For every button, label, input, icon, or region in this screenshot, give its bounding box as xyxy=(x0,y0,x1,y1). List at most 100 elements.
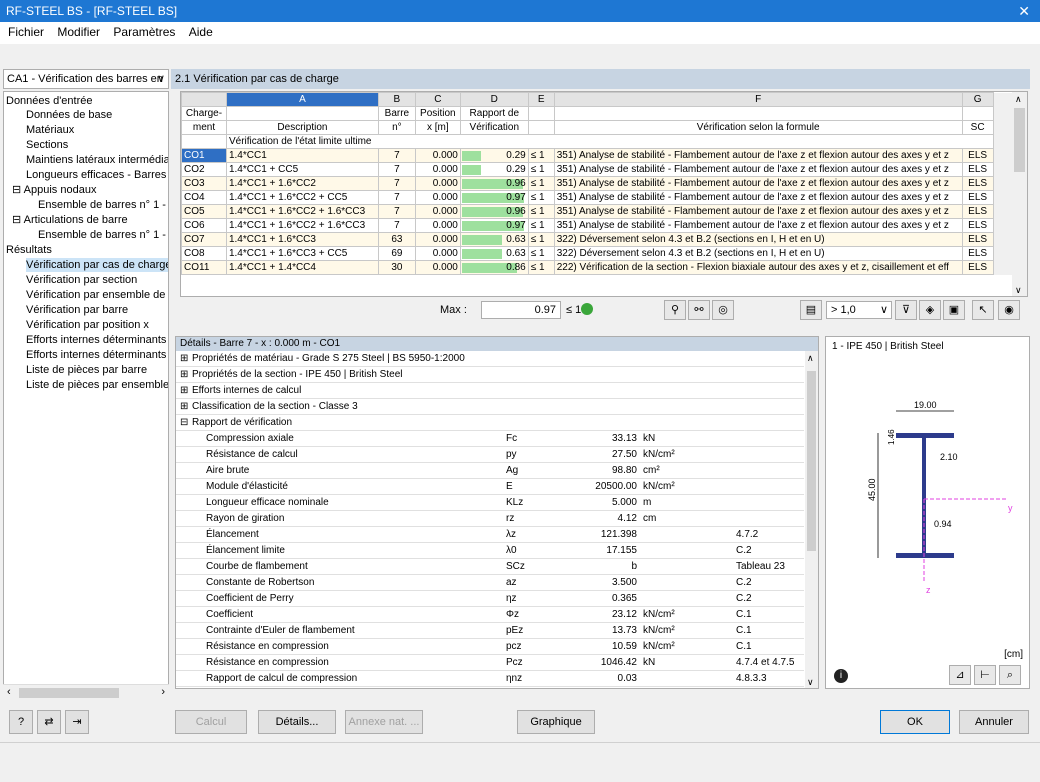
col-c-header[interactable]: C xyxy=(414,92,461,107)
scroll-left-icon[interactable]: ‹ xyxy=(7,686,11,698)
cell-sc[interactable]: ELS xyxy=(961,218,994,233)
table-vertical-scrollbar[interactable]: ∧ ∨ xyxy=(1012,92,1027,296)
details-row[interactable]: Aire brute Ag 98.80 cm² xyxy=(176,463,804,479)
member-icon[interactable]: ⚯ xyxy=(688,300,710,320)
table-row[interactable]: CO8 1.4*CC1 + 1.6*CC3 + CC5 69 0.000 0.63 ≤ 1… xyxy=(181,246,1027,261)
cell-loading[interactable]: CO7 xyxy=(181,232,227,247)
tree-item-lateral-restraints[interactable]: Maintiens latéraux intermédiaire xyxy=(26,153,168,167)
dimensions-icon[interactable]: ⊿ xyxy=(949,665,971,685)
tree-item-materials[interactable]: Matériaux xyxy=(26,123,74,137)
cell-description[interactable]: 1.4*CC1 + 1.6*CC2 xyxy=(225,176,379,191)
cell-ratio[interactable]: 0.29 xyxy=(459,162,529,177)
cell-sc[interactable]: ELS xyxy=(961,260,994,275)
table-row[interactable]: CO3 1.4*CC1 + 1.6*CC2 7 0.000 0.96 ≤ 1 351) An… xyxy=(181,176,1027,191)
cell-bar[interactable]: 7 xyxy=(377,218,416,233)
cell-sc[interactable]: ELS xyxy=(961,162,994,177)
cell-position[interactable]: 0.000 xyxy=(414,218,461,233)
details-row[interactable]: Longueur efficace nominale KLz 5.000 m xyxy=(176,495,804,511)
expand-icon[interactable]: ⊞ xyxy=(180,383,188,398)
menu-edit[interactable]: Modifier xyxy=(57,25,100,39)
table-row[interactable]: CO1 1.4*CC1 7 0.000 0.29 ≤ 1 351) Analyse de s… xyxy=(181,148,1027,163)
calc-button[interactable]: Calcul xyxy=(175,710,247,734)
cell-bar[interactable]: 69 xyxy=(377,246,416,261)
cell-ratio[interactable]: 0.29 xyxy=(459,148,529,163)
cell-position[interactable]: 0.000 xyxy=(414,232,461,247)
eye-icon[interactable]: ◉ xyxy=(998,300,1020,320)
collapse-icon[interactable]: ⊟ xyxy=(12,184,24,196)
chevron-down-icon[interactable]: ∨ xyxy=(880,303,888,316)
col-g-header[interactable]: G xyxy=(961,92,994,107)
tree-item-design-by-load-case[interactable]: Vérification par cas de charge xyxy=(26,258,168,272)
axes-icon[interactable]: ⊢ xyxy=(974,665,996,685)
table-row[interactable]: CO5 1.4*CC1 + 1.6*CC2 + 1.6*CC3 7 0.000 0.96… xyxy=(181,204,1027,219)
cell-ratio[interactable]: 0.96 xyxy=(459,204,529,219)
details-group-design-ratio[interactable]: Rapport de vérification ⊟ xyxy=(176,415,804,431)
col-b-header[interactable]: B xyxy=(377,92,416,107)
expand-icon[interactable]: ⊞ xyxy=(180,399,188,414)
menu-settings[interactable]: Paramètres xyxy=(113,25,175,39)
cell-formula[interactable]: 351) Analyse de stabilité - Flambement a… xyxy=(553,218,963,233)
details-scroll-thumb[interactable] xyxy=(807,371,816,551)
table-scroll-thumb[interactable] xyxy=(1014,108,1025,172)
cell-formula[interactable]: 351) Analyse de stabilité - Flambement a… xyxy=(553,148,963,163)
details-row[interactable]: Compression axiale Fc 33.13 kN xyxy=(176,431,804,447)
filter-icon[interactable]: ⚲ xyxy=(664,300,686,320)
tree-item-governing-forces-member[interactable]: Efforts internes déterminants p xyxy=(26,333,168,347)
scroll-down-icon[interactable]: ∨ xyxy=(1015,285,1022,296)
cell-formula[interactable]: 222) Vérification de la section - Flexio… xyxy=(553,260,963,275)
cell-position[interactable]: 0.000 xyxy=(414,162,461,177)
details-group-forces[interactable]: Efforts internes de calcul ⊞ xyxy=(176,383,804,399)
expand-icon[interactable]: ⊞ xyxy=(180,351,188,366)
cell-ratio[interactable]: 0.86 xyxy=(459,260,529,275)
details-row[interactable]: Coefficient de Perry ηz 0.365 C.2 xyxy=(176,591,804,607)
cell-position[interactable]: 0.000 xyxy=(414,246,461,261)
cell-loading[interactable]: CO2 xyxy=(181,162,227,177)
details-row[interactable]: Élancement limite λ0 17.155 C.2 xyxy=(176,543,804,559)
cell-bar[interactable]: 7 xyxy=(377,148,416,163)
details-group-material[interactable]: Propriétés de matériau - Grade S 275 Ste… xyxy=(176,351,804,367)
cell-position[interactable]: 0.000 xyxy=(414,260,461,275)
export-excel-icon[interactable]: ▣ xyxy=(943,300,965,320)
menu-help[interactable]: Aide xyxy=(189,25,213,39)
cell-sc[interactable]: ELS xyxy=(961,148,994,163)
details-button[interactable]: Détails... xyxy=(258,710,336,734)
col-d-header[interactable]: D xyxy=(459,92,529,107)
cell-loading[interactable]: CO4 xyxy=(181,190,227,205)
cancel-button[interactable]: Annuler xyxy=(959,710,1029,734)
details-vertical-scrollbar[interactable]: ∧ ∨ xyxy=(805,351,818,688)
details-row[interactable]: Rapport de calcul de compression ηnz 0.03 4… xyxy=(176,671,804,687)
color-scale-icon[interactable]: ▤ xyxy=(800,300,822,320)
cell-sc[interactable]: ELS xyxy=(961,176,994,191)
details-row[interactable]: Courbe de flambement SCz b Tableau 23 xyxy=(176,559,804,575)
scroll-up-icon[interactable]: ∧ xyxy=(1015,94,1022,105)
cell-description[interactable]: 1.4*CC1 + 1.6*CC2 + CC5 xyxy=(225,190,379,205)
details-row[interactable]: Rayon de giration rz 4.12 cm xyxy=(176,511,804,527)
tree-item-design-by-set[interactable]: Vérification par ensemble de ba xyxy=(26,288,168,302)
help-icon[interactable]: ? xyxy=(9,710,33,734)
cell-loading[interactable]: CO8 xyxy=(181,246,227,261)
zoom-icon[interactable]: ⌕ xyxy=(999,665,1021,685)
scroll-thumb[interactable] xyxy=(19,688,119,698)
tree-item-parts-list-member[interactable]: Liste de pièces par barre xyxy=(26,363,147,377)
scroll-up-icon[interactable]: ∧ xyxy=(807,353,814,364)
cell-bar[interactable]: 7 xyxy=(377,162,416,177)
details-row[interactable]: Constante de Robertson az 3.500 C.2 xyxy=(176,575,804,591)
tree-item-design-by-section[interactable]: Vérification par section xyxy=(26,273,137,287)
info-icon[interactable]: i xyxy=(834,669,848,683)
cell-bar[interactable]: 7 xyxy=(377,190,416,205)
table-row[interactable]: CO2 1.4*CC1 + CC5 7 0.000 0.29 ≤ 1 351) Analys… xyxy=(181,162,1027,177)
colors-icon[interactable]: ◈ xyxy=(919,300,941,320)
table-row[interactable]: CO6 1.4*CC1 + 1.6*CC2 + 1.6*CC3 7 0.000 0.97… xyxy=(181,218,1027,233)
details-row[interactable]: Élancement λz 121.398 4.7.2 xyxy=(176,527,804,543)
cell-formula[interactable]: 351) Analyse de stabilité - Flambement a… xyxy=(553,176,963,191)
cell-loading[interactable]: CO1 xyxy=(181,148,227,163)
cell-description[interactable]: 1.4*CC1 + 1.6*CC2 + 1.6*CC3 xyxy=(225,204,379,219)
cell-description[interactable]: 1.4*CC1 xyxy=(225,148,379,163)
details-row[interactable]: Module d'élasticité E 20500.00 kN/cm² xyxy=(176,479,804,495)
cell-position[interactable]: 0.000 xyxy=(414,204,461,219)
expand-icon[interactable]: ⊞ xyxy=(180,367,188,382)
cell-formula[interactable]: 351) Analyse de stabilité - Flambement a… xyxy=(553,190,963,205)
national-annex-button[interactable]: Annexe nat. ... xyxy=(345,710,423,734)
cell-bar[interactable]: 7 xyxy=(377,176,416,191)
cell-bar[interactable]: 7 xyxy=(377,204,416,219)
